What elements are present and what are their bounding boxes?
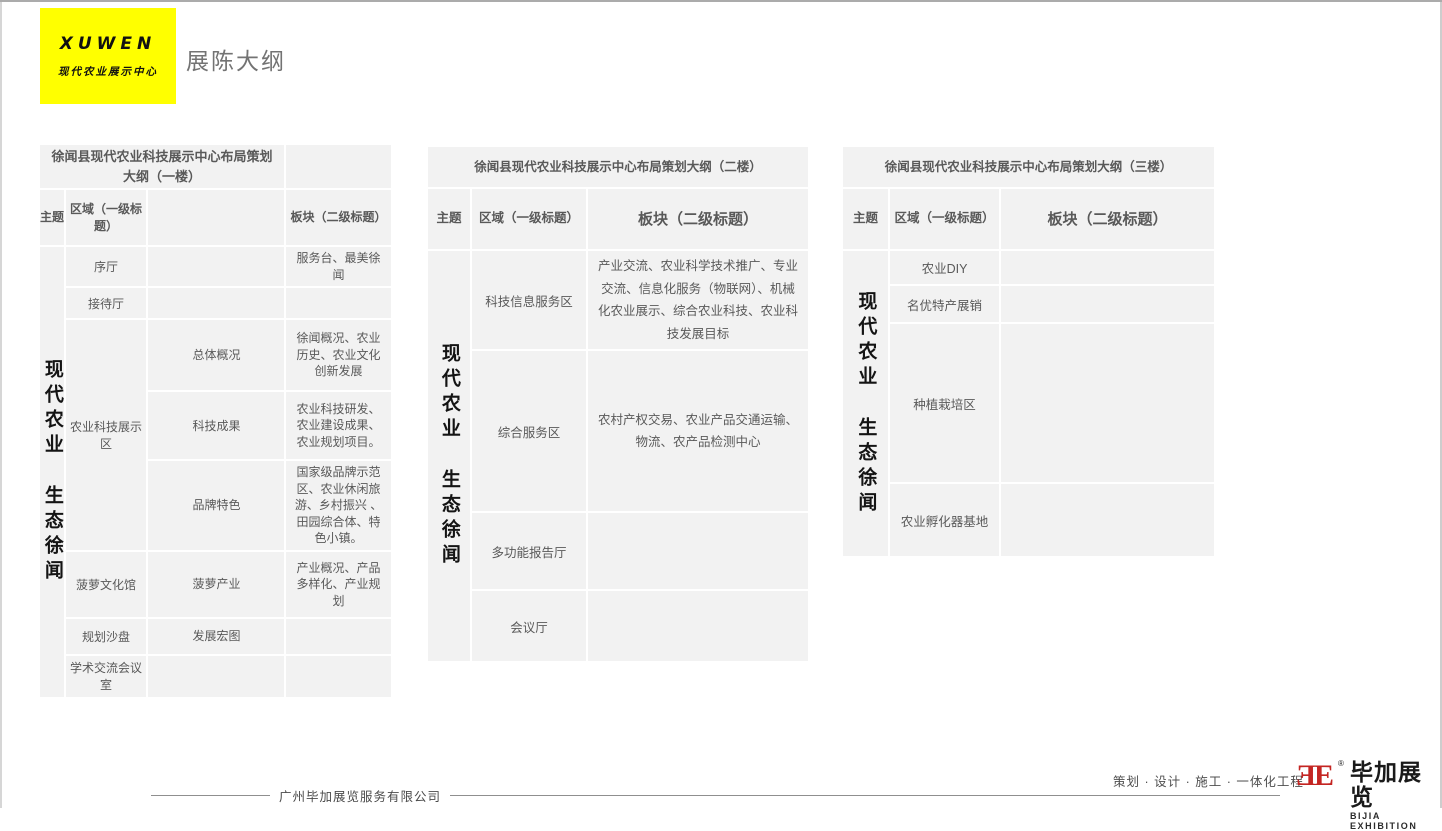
col-header-section: 板块（二级标题） bbox=[588, 189, 808, 249]
region-cell: 多功能报告厅 bbox=[472, 513, 586, 589]
bijia-brand-en: BIJIA EXHIBITION bbox=[1350, 811, 1442, 831]
table-floor3-title: 徐闻县现代农业科技展示中心布局策划大纲（三楼） bbox=[843, 147, 1214, 187]
footer-services-tagline: 策划 · 设计 · 施工 · 一体化工程 bbox=[1113, 771, 1304, 790]
region-cell: 科技信息服务区 bbox=[472, 251, 586, 349]
col-header-region: 区域（一级标题） bbox=[472, 189, 586, 249]
region-cell: 名优特产展销 bbox=[890, 286, 999, 322]
region-cell: 接待厅 bbox=[66, 288, 146, 318]
region-cell: 序厅 bbox=[66, 247, 146, 286]
sub-region-cell: 发展宏图 bbox=[148, 619, 284, 654]
sub-region-cell: 菠萝产业 bbox=[148, 552, 284, 617]
table-floor2-title: 徐闻县现代农业科技展示中心布局策划大纲（二楼） bbox=[428, 147, 808, 187]
registered-trademark-icon: ® bbox=[1338, 759, 1344, 768]
theme-cell: 现代农业 生态徐闻 bbox=[40, 247, 64, 697]
section-cell: 产业概况、产品多样化、产业规划 bbox=[286, 552, 391, 617]
theme-text-modern-agriculture: 现代农业 bbox=[855, 291, 877, 391]
region-cell: 综合服务区 bbox=[472, 351, 586, 511]
table-floor1-title: 徐闻县现代农业科技展示中心布局策划大纲（一楼） bbox=[40, 145, 284, 188]
bijia-logo-left-glyph: E bbox=[1296, 762, 1316, 791]
region-cell: 学术交流会议室 bbox=[66, 656, 146, 697]
section-cell bbox=[1001, 324, 1214, 482]
region-cell: 种植栽培区 bbox=[890, 324, 999, 482]
col-header-theme: 主题 bbox=[843, 189, 888, 249]
region-cell: 农业孵化器基地 bbox=[890, 484, 999, 556]
section-cell bbox=[286, 619, 391, 654]
sub-region-cell: 总体概况 bbox=[148, 320, 284, 390]
col-header-section: 板块（二级标题） bbox=[1001, 189, 1214, 249]
table-cell-empty bbox=[286, 145, 391, 188]
xuwen-logo: XUWEN 现代农业展示中心 bbox=[40, 8, 176, 104]
bijia-brand-cn: 毕加展览 bbox=[1350, 760, 1442, 811]
xuwen-logo-subtext: 现代农业展示中心 bbox=[58, 64, 158, 79]
section-cell: 农村产权交易、农业产品交通运输、物流、农产品检测中心 bbox=[588, 351, 808, 511]
footer-company-name: 广州毕加展览服务有限公司 bbox=[270, 786, 450, 805]
bijia-logo-right-glyph: E bbox=[1314, 762, 1334, 791]
theme-text-modern-agriculture: 现代农业 bbox=[41, 359, 63, 459]
col-header-region: 区域（一级标题） bbox=[66, 190, 146, 245]
sub-region-cell bbox=[148, 247, 284, 286]
bijia-brand-text: 毕加展览 BIJIA EXHIBITION bbox=[1350, 760, 1442, 831]
region-cell: 菠萝文化馆 bbox=[66, 552, 146, 617]
section-cell bbox=[286, 656, 391, 697]
sub-region-cell bbox=[148, 656, 284, 697]
theme-text-eco-xuwen: 生态徐闻 bbox=[41, 485, 63, 585]
table-floor1: 徐闻县现代农业科技展示中心布局策划大纲（一楼） 主题 区域（一级标题） 板块（二… bbox=[38, 143, 393, 699]
theme-cell: 现代农业 生态徐闻 bbox=[843, 251, 888, 556]
sub-region-cell bbox=[148, 288, 284, 318]
region-cell: 农业DIY bbox=[890, 251, 999, 284]
sub-region-cell: 科技成果 bbox=[148, 392, 284, 459]
sub-region-cell: 品牌特色 bbox=[148, 461, 284, 550]
section-cell bbox=[286, 288, 391, 318]
theme-cell: 现代农业 生态徐闻 bbox=[428, 251, 470, 661]
section-cell: 服务台、最美徐闻 bbox=[286, 247, 391, 286]
theme-text-eco-xuwen: 生态徐闻 bbox=[855, 417, 877, 517]
xuwen-logo-text: XUWEN bbox=[60, 34, 157, 54]
region-cell: 规划沙盘 bbox=[66, 619, 146, 654]
col-header-region: 区域（一级标题） bbox=[890, 189, 999, 249]
section-cell bbox=[1001, 286, 1214, 322]
slide-bottom-edge bbox=[0, 0, 1442, 2]
col-header-theme: 主题 bbox=[428, 189, 470, 249]
col-header-theme: 主题 bbox=[40, 190, 64, 245]
table-floor3: 徐闻县现代农业科技展示中心布局策划大纲（三楼） 主题 区域（一级标题） 板块（二… bbox=[841, 145, 1216, 558]
table-cell-empty bbox=[148, 190, 284, 245]
bijia-brand-block: EE ® 毕加展览 BIJIA EXHIBITION bbox=[1296, 760, 1442, 831]
table-floor2: 徐闻县现代农业科技展示中心布局策划大纲（二楼） 主题 区域（一级标题） 板块（二… bbox=[426, 145, 810, 663]
section-cell bbox=[588, 591, 808, 661]
section-cell: 徐闻概况、农业历史、农业文化创新发展 bbox=[286, 320, 391, 390]
section-cell: 产业交流、农业科学技术推广、专业交流、信息化服务（物联网）、机械化农业展示、综合… bbox=[588, 251, 808, 349]
region-cell: 农业科技展示区 bbox=[66, 320, 146, 550]
section-cell: 农业科技研发、农业建设成果、农业规划项目。 bbox=[286, 392, 391, 459]
section-cell bbox=[1001, 484, 1214, 556]
theme-text-eco-xuwen: 生态徐闻 bbox=[438, 469, 460, 569]
bijia-logo-icon: EE bbox=[1296, 762, 1334, 791]
page-title: 展陈大纲 bbox=[186, 42, 286, 76]
section-cell bbox=[588, 513, 808, 589]
region-cell: 会议厅 bbox=[472, 591, 586, 661]
section-cell bbox=[1001, 251, 1214, 284]
col-header-section: 板块（二级标题） bbox=[286, 190, 391, 245]
section-cell: 国家级品牌示范区、农业休闲旅游、乡村振兴 、田园综合体、特色小镇。 bbox=[286, 461, 391, 550]
theme-text-modern-agriculture: 现代农业 bbox=[438, 343, 460, 443]
